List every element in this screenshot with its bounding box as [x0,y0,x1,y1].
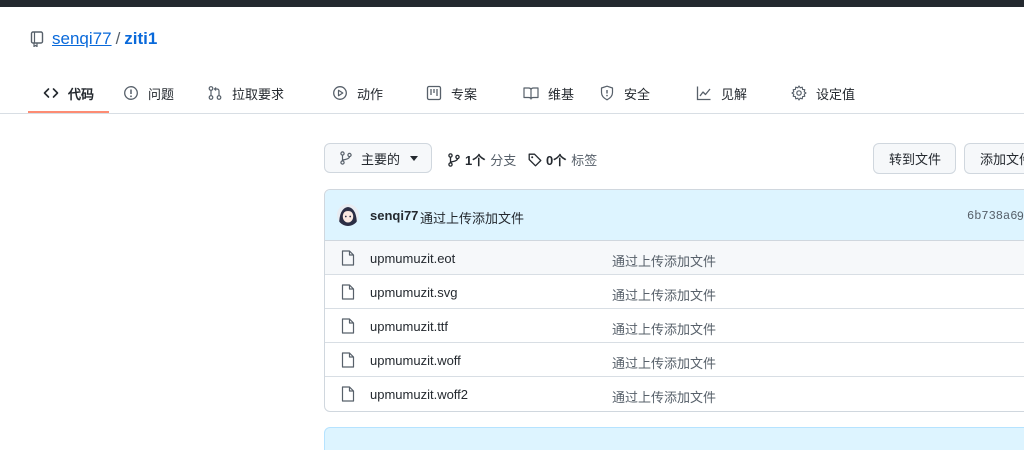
repo-name-link[interactable]: ziti1 [124,29,157,49]
file-commit-message-link[interactable]: 通过上传添加文件 [612,387,716,406]
branches-label: 分支 [490,153,517,168]
gear-icon [791,85,807,101]
branches-link[interactable]: 1个 分支 [447,150,516,169]
repo-icon [30,31,44,47]
tab-insights[interactable]: 见解 [696,72,747,114]
graph-icon [696,85,712,101]
tab-projects[interactable]: 专案 [426,72,477,114]
tab-label: 问题 [148,86,175,102]
file-commit-message-link[interactable]: 通过上传添加文件 [612,353,716,372]
tab-code[interactable]: 代码 [43,72,94,114]
breadcrumb-separator: / [115,29,121,48]
file-icon [341,284,355,300]
goto-file-button[interactable]: 转到文件 [873,143,956,174]
play-icon [332,85,348,101]
tab-label: 专案 [451,86,478,102]
file-commit-message-link[interactable]: 通过上传添加文件 [612,251,716,270]
issue-icon [123,85,139,101]
tags-link[interactable]: 0个 标签 [528,150,597,169]
tab-issues[interactable]: 问题 [123,72,174,114]
commit-sha-link[interactable]: 6b738a6 [967,209,1017,223]
file-icon [341,318,355,334]
branch-select-button[interactable]: 主要的 [324,143,432,173]
latest-commit-bar: senqi77 通过上传添加文件 6b738a6 9 [325,190,1024,241]
add-file-button[interactable]: 添加文件 [964,143,1024,174]
file-icon [341,352,355,368]
file-row[interactable]: upmumuzit.woff2 通过上传添加文件 [325,377,1024,411]
tab-label: 代码 [68,86,95,102]
file-name-link[interactable]: upmumuzit.ttf [370,319,448,334]
branches-count: 1个 [465,153,486,168]
file-name-link[interactable]: upmumuzit.woff2 [370,387,468,402]
shield-icon [599,85,615,101]
tab-settings[interactable]: 设定值 [791,72,855,114]
tab-wiki[interactable]: 维基 [523,72,574,114]
file-row[interactable]: upmumuzit.woff 通过上传添加文件 [325,343,1024,377]
commit-author-link[interactable]: senqi77 [370,208,418,223]
tab-label: 动作 [357,86,384,102]
file-list: senqi77 通过上传添加文件 6b738a6 9 upmumuzit.eot… [324,189,1024,412]
file-row[interactable]: upmumuzit.svg 通过上传添加文件 [325,275,1024,309]
pull-request-icon [207,85,223,101]
tab-label: 见解 [721,86,748,102]
repo-nav-tabs: 代码 问题 拉取要求 动作 专案 维基 安全 见解 设定值 [0,72,1024,114]
file-commit-message-link[interactable]: 通过上传添加文件 [612,319,716,338]
code-icon [43,85,59,101]
file-row[interactable]: upmumuzit.ttf 通过上传添加文件 [325,309,1024,343]
commit-message-link[interactable]: 通过上传添加文件 [420,208,524,227]
branch-icon [447,152,461,167]
chevron-down-icon [410,155,419,161]
tab-pull-requests[interactable]: 拉取要求 [207,72,284,114]
file-name-link[interactable]: upmumuzit.eot [370,251,455,266]
commit-time: 9 [1017,209,1024,223]
tab-label: 设定值 [816,86,856,102]
active-tab-underline [28,111,109,113]
tag-icon [528,153,542,167]
tab-security[interactable]: 安全 [599,72,650,114]
tab-label: 维基 [548,86,575,102]
tab-label: 安全 [624,86,651,102]
avatar[interactable] [337,204,359,226]
repo-owner-link[interactable]: senqi77 [52,29,112,49]
project-icon [426,85,442,101]
tab-label: 拉取要求 [232,86,285,102]
file-name-link[interactable]: upmumuzit.woff [370,353,461,368]
file-name-link[interactable]: upmumuzit.svg [370,285,457,300]
file-row[interactable]: upmumuzit.eot 通过上传添加文件 [325,241,1024,275]
file-commit-message-link[interactable]: 通过上传添加文件 [612,285,716,304]
file-icon [341,250,355,266]
file-icon [341,386,355,402]
repo-breadcrumb: senqi77 / ziti1 [30,28,157,50]
tab-actions[interactable]: 动作 [332,72,383,114]
branch-label: 主要的 [361,151,401,167]
tags-count: 0个 [546,153,567,168]
tags-label: 标签 [571,153,598,168]
book-icon [523,85,539,101]
readme-banner [324,427,1024,450]
branch-icon [339,151,353,165]
top-header-bar [0,0,1024,7]
